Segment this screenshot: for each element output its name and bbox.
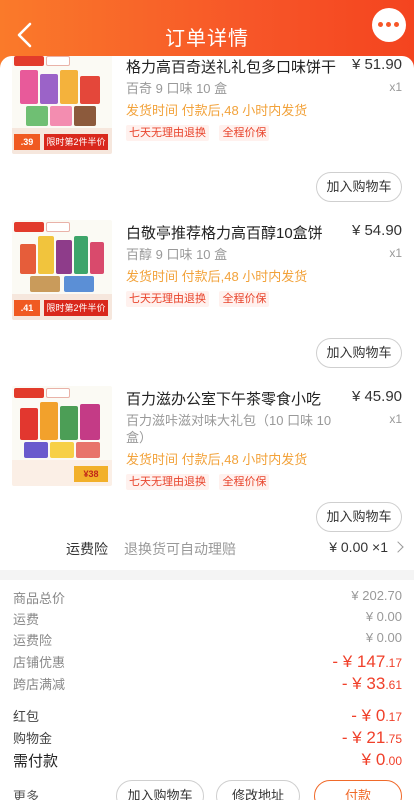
- product-price: ¥ 54.90: [351, 222, 402, 239]
- summary-row-shop-discount: 店铺优惠 - ¥ 147.17: [0, 652, 414, 672]
- add-to-cart-button[interactable]: 加入购物车: [116, 780, 204, 800]
- summary-row-shopping-gold: 购物金 - ¥ 21.75: [0, 728, 414, 748]
- delivery-time: 发货时间 付款后,48 小时内发货: [126, 452, 308, 467]
- product-spec: 百奇 9 口味 10 盒: [126, 81, 228, 96]
- product-info[interactable]: 百力滋办公室下午茶零食小吃 百力滋咔滋对味大礼包（10 口味 10 盒） 发货时…: [126, 388, 336, 490]
- summary-value: ¥ 0.00: [361, 750, 402, 769]
- section-divider: [0, 570, 414, 580]
- order-item: .41 限时第2件半价 白敬亭推荐格力高百醇10盒饼 百醇 9 口味 10 盒 …: [0, 216, 414, 376]
- product-image[interactable]: .39 限时第2件半价: [12, 56, 112, 154]
- summary-row-insurance: 运费险 ¥ 0.00: [0, 630, 414, 650]
- bottom-action-bar: 更多 加入购物车 修改地址 付款: [0, 780, 414, 800]
- summary-label: 需付款: [13, 753, 59, 770]
- delivery-time: 发货时间 付款后,48 小时内发货: [126, 103, 308, 118]
- summary-row-red-packet: 红包 - ¥ 0.17: [0, 706, 414, 726]
- shipping-insurance-row[interactable]: 运费险 退换货可自动理赔 ¥ 0.00 ×1: [0, 534, 414, 564]
- summary-value: - ¥ 33.61: [341, 674, 402, 693]
- summary-row-total: 商品总价 ¥ 202.70: [0, 588, 414, 608]
- insurance-value: ¥ 0.00 ×1: [329, 539, 388, 555]
- order-item: .39 限时第2件半价 格力高百奇送礼礼包多口味饼干 百奇 9 口味 10 盒 …: [0, 56, 414, 210]
- price-protect-badge: 全程价保: [219, 125, 270, 141]
- add-to-cart-button[interactable]: 加入购物车: [316, 502, 402, 532]
- add-to-cart-button[interactable]: 加入购物车: [316, 338, 402, 368]
- add-to-cart-button[interactable]: 加入购物车: [316, 172, 402, 202]
- product-info[interactable]: 白敬亭推荐格力高百醇10盒饼 百醇 9 口味 10 盒 发货时间 付款后,48 …: [126, 222, 336, 307]
- price-protect-badge: 全程价保: [219, 291, 270, 307]
- insurance-desc: 退换货可自动理赔: [124, 541, 236, 557]
- thumb-promo: 限时第2件半价: [44, 134, 108, 150]
- product-qty: x1: [389, 412, 402, 426]
- product-image[interactable]: .41 限时第2件半价: [12, 220, 112, 320]
- summary-label: 购物金: [13, 731, 53, 746]
- modify-address-button[interactable]: 修改地址: [216, 780, 300, 800]
- summary-value: ¥ 202.70: [351, 588, 402, 603]
- summary-label: 运费险: [13, 633, 53, 648]
- product-name[interactable]: 百力滋办公室下午茶零食小吃: [126, 388, 336, 409]
- more-link[interactable]: 更多: [13, 786, 39, 800]
- price-protect-badge: 全程价保: [219, 474, 270, 490]
- chevron-right-icon: [392, 541, 404, 553]
- page-title: 订单详情: [165, 28, 249, 50]
- summary-value: ¥ 0.00: [365, 609, 402, 624]
- product-image[interactable]: ¥38: [12, 386, 112, 486]
- summary-row-cross-store: 跨店满减 - ¥ 33.61: [0, 674, 414, 694]
- summary-value: - ¥ 21.75: [341, 728, 402, 747]
- product-name[interactable]: 格力高百奇送礼礼包多口味饼干: [126, 56, 336, 77]
- summary-value: - ¥ 147.17: [332, 652, 402, 671]
- product-info[interactable]: 格力高百奇送礼礼包多口味饼干 百奇 9 口味 10 盒 发货时间 付款后,48 …: [126, 56, 336, 141]
- summary-label: 运费: [13, 612, 40, 627]
- summary-value: - ¥ 0.17: [351, 706, 402, 725]
- summary-row-payable: 需付款 ¥ 0.00: [0, 750, 414, 770]
- summary-label: 跨店满减: [13, 677, 66, 692]
- product-name[interactable]: 白敬亭推荐格力高百醇10盒饼: [126, 222, 336, 243]
- summary-value: ¥ 0.00: [365, 630, 402, 645]
- thumb-promo: 限时第2件半价: [44, 300, 108, 316]
- thumb-price: .39: [14, 134, 40, 150]
- return-badge: 七天无理由退换: [126, 291, 209, 307]
- insurance-label: 运费险: [66, 541, 108, 557]
- product-qty: x1: [389, 246, 402, 260]
- product-qty: x1: [389, 80, 402, 94]
- order-item: ¥38 百力滋办公室下午茶零食小吃 百力滋咔滋对味大礼包（10 口味 10 盒）…: [0, 382, 414, 542]
- pay-button[interactable]: 付款: [314, 780, 402, 800]
- more-dots-icon[interactable]: [372, 8, 406, 42]
- order-detail-sheet: .39 限时第2件半价 格力高百奇送礼礼包多口味饼干 百奇 9 口味 10 盒 …: [0, 56, 414, 800]
- summary-label: 店铺优惠: [13, 655, 66, 670]
- return-badge: 七天无理由退换: [126, 125, 209, 141]
- summary-label: 红包: [13, 709, 40, 724]
- thumb-price: ¥38: [74, 466, 108, 482]
- thumb-price: .41: [14, 300, 40, 316]
- delivery-time: 发货时间 付款后,48 小时内发货: [126, 269, 308, 284]
- summary-label: 商品总价: [13, 591, 66, 606]
- return-badge: 七天无理由退换: [126, 474, 209, 490]
- product-spec: 百力滋咔滋对味大礼包（10 口味 10 盒）: [126, 413, 332, 445]
- product-price: ¥ 45.90: [351, 388, 402, 405]
- summary-row-shipping: 运费 ¥ 0.00: [0, 609, 414, 629]
- product-spec: 百醇 9 口味 10 盒: [126, 247, 228, 262]
- product-price: ¥ 51.90: [351, 56, 402, 73]
